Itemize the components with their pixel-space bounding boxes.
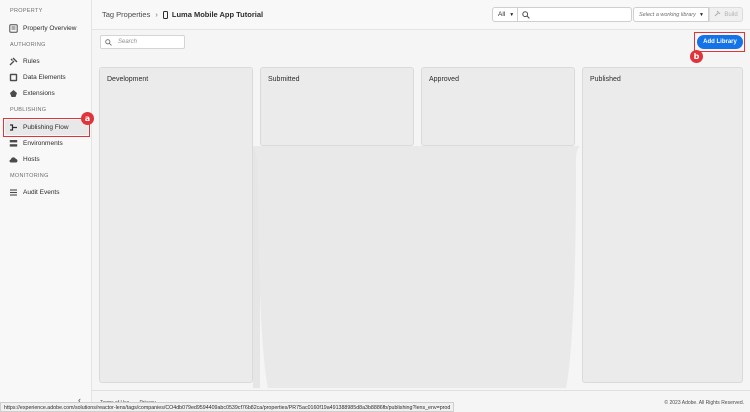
status-bar-url: https://experience.adobe.com/solutions/r… <box>0 402 455 412</box>
column-title: Submitted <box>268 76 300 83</box>
column-published: Published <box>582 67 743 383</box>
column-title: Development <box>107 76 149 83</box>
column-title: Approved <box>429 76 459 83</box>
column-development: Development <box>99 67 253 383</box>
copyright: © 2023 Adobe. All Rights Reserved. <box>664 400 744 406</box>
column-approved: Approved <box>421 67 575 146</box>
column-submitted: Submitted <box>260 67 414 146</box>
column-title: Published <box>590 76 621 83</box>
